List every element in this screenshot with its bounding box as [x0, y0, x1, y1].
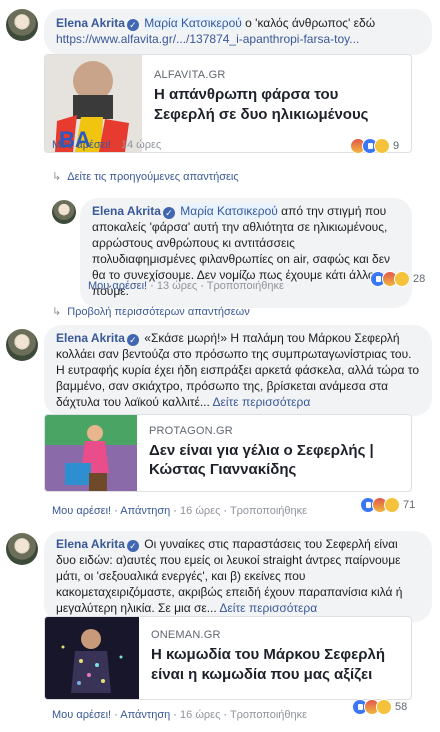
reply-author[interactable]: Elena Akrita — [92, 204, 161, 218]
comment-actions: Μου αρέσει! · Απάντηση · 16 ώρες · Τροπο… — [52, 505, 308, 517]
like-button[interactable]: Μου αρέσει! — [52, 709, 111, 721]
avatar[interactable] — [6, 9, 38, 41]
comment-url[interactable]: https://www.alfavita.gr/.../137874_i-apa… — [56, 32, 359, 46]
link-domain: ALFAVITA.GR — [154, 69, 226, 81]
link-thumbnail — [45, 415, 137, 491]
reply-time[interactable]: 13 ώρες — [157, 280, 197, 292]
like-button[interactable]: Μου αρέσει! — [52, 139, 111, 151]
reply-button[interactable]: Απάντηση — [120, 505, 170, 517]
link-preview-card[interactable]: ONEMAN.GR Η κωμωδία του Μάρκου Σεφερλή ε… — [44, 616, 412, 700]
link-title[interactable]: Δεν είναι για γέλια ο Σεφερλής | Κώστας … — [149, 441, 399, 479]
edited-label[interactable]: Τροποποιήθηκε — [230, 709, 307, 721]
like-button[interactable]: Μου αρέσει! — [52, 505, 111, 517]
link-domain: ONEMAN.GR — [151, 629, 221, 641]
reply-actions: Μου αρέσει! · 13 ώρες · Τροποποιήθηκε — [88, 280, 284, 292]
link-thumbnail: BA — [45, 55, 142, 152]
comment-time[interactable]: 16 ώρες — [180, 505, 220, 517]
verified-badge-icon: ✓ — [162, 207, 175, 219]
thumbnail-image: BA — [55, 61, 129, 152]
link-title[interactable]: Η απάνθρωπη φάρσα του Σεφερλή σε δυο ηλι… — [154, 85, 399, 125]
reaction-count: 71 — [403, 499, 416, 511]
reply-button[interactable]: Απάντηση — [120, 709, 170, 721]
thumbnail-image — [45, 617, 139, 699]
see-more-link[interactable]: Δείτε περισσότερα — [213, 395, 311, 409]
comment-author[interactable]: Elena Akrita — [56, 537, 125, 551]
comment-actions: Μου αρέσει! · 14 ώρες — [52, 139, 162, 151]
reaction-summary[interactable]: 71 — [360, 496, 415, 514]
comment-author[interactable]: Elena Akrita — [56, 331, 125, 345]
reaction-summary[interactable]: 58 — [352, 698, 407, 716]
like-button[interactable]: Μου αρέσει! — [88, 280, 147, 292]
see-more-link[interactable]: Δείτε περισσότερα — [219, 601, 317, 615]
comment-author[interactable]: Elena Akrita — [56, 16, 125, 30]
reply-arrow-icon: ↳ — [52, 171, 62, 183]
haha-icon — [394, 271, 410, 287]
reaction-count: 58 — [395, 701, 408, 713]
comment-bubble: Elena Akrita ✓ «Σκάσε μωρή!» Η παλάμη του… — [44, 325, 432, 416]
mention-link[interactable]: Μαρία Κατσικερού — [144, 16, 242, 30]
thumbnail-image — [45, 415, 137, 491]
comment-bubble: Elena Akrita ✓ Οι γυναίκες στις παραστάσε… — [44, 531, 432, 622]
comment-actions: Μου αρέσει! · Απάντηση · 16 ώρες · Τροπο… — [52, 709, 308, 721]
comment-time[interactable]: 16 ώρες — [180, 709, 220, 721]
link-domain: PROTAGON.GR — [149, 425, 233, 437]
reaction-summary[interactable]: 9 — [350, 137, 399, 155]
avatar[interactable] — [6, 533, 38, 565]
sad-icon — [374, 138, 390, 154]
link-thumbnail — [45, 617, 139, 699]
reply-arrow-icon: ↳ — [52, 306, 62, 318]
reaction-summary[interactable]: 28 — [370, 270, 425, 288]
link-title[interactable]: Η κωμωδία του Μάρκου Σεφερλή είναι η κωμ… — [151, 645, 399, 685]
sad-icon — [376, 699, 392, 715]
verified-badge-icon: ✓ — [126, 540, 139, 552]
view-more-replies[interactable]: ↳ Προβολή περισσότερων απαντήσεων — [52, 305, 250, 318]
comment-time[interactable]: 14 ώρες — [121, 139, 161, 151]
verified-badge-icon: ✓ — [126, 19, 139, 31]
comment-text: ο 'καλός άνθρωπος' εδώ — [241, 16, 376, 30]
view-previous-replies[interactable]: ↳ Δείτε τις προηγούμενες απαντήσεις — [52, 170, 239, 183]
reply-avatar[interactable] — [52, 200, 76, 224]
edited-label[interactable]: Τροποποιήθηκε — [230, 505, 307, 517]
verified-badge-icon: ✓ — [126, 334, 139, 346]
sad-icon — [384, 497, 400, 513]
mention-link[interactable]: Μαρία Κατσικερού — [180, 204, 278, 218]
reaction-count: 28 — [413, 273, 426, 285]
reaction-count: 9 — [393, 140, 400, 152]
avatar[interactable] — [6, 329, 38, 361]
comment-bubble: Elena Akrita ✓ Μαρία Κατσικερού ο 'καλός … — [44, 9, 432, 55]
edited-label[interactable]: Τροποποιήθηκε — [207, 280, 284, 292]
link-preview-card[interactable]: PROTAGON.GR Δεν είναι για γέλια ο Σεφερλ… — [44, 414, 412, 492]
